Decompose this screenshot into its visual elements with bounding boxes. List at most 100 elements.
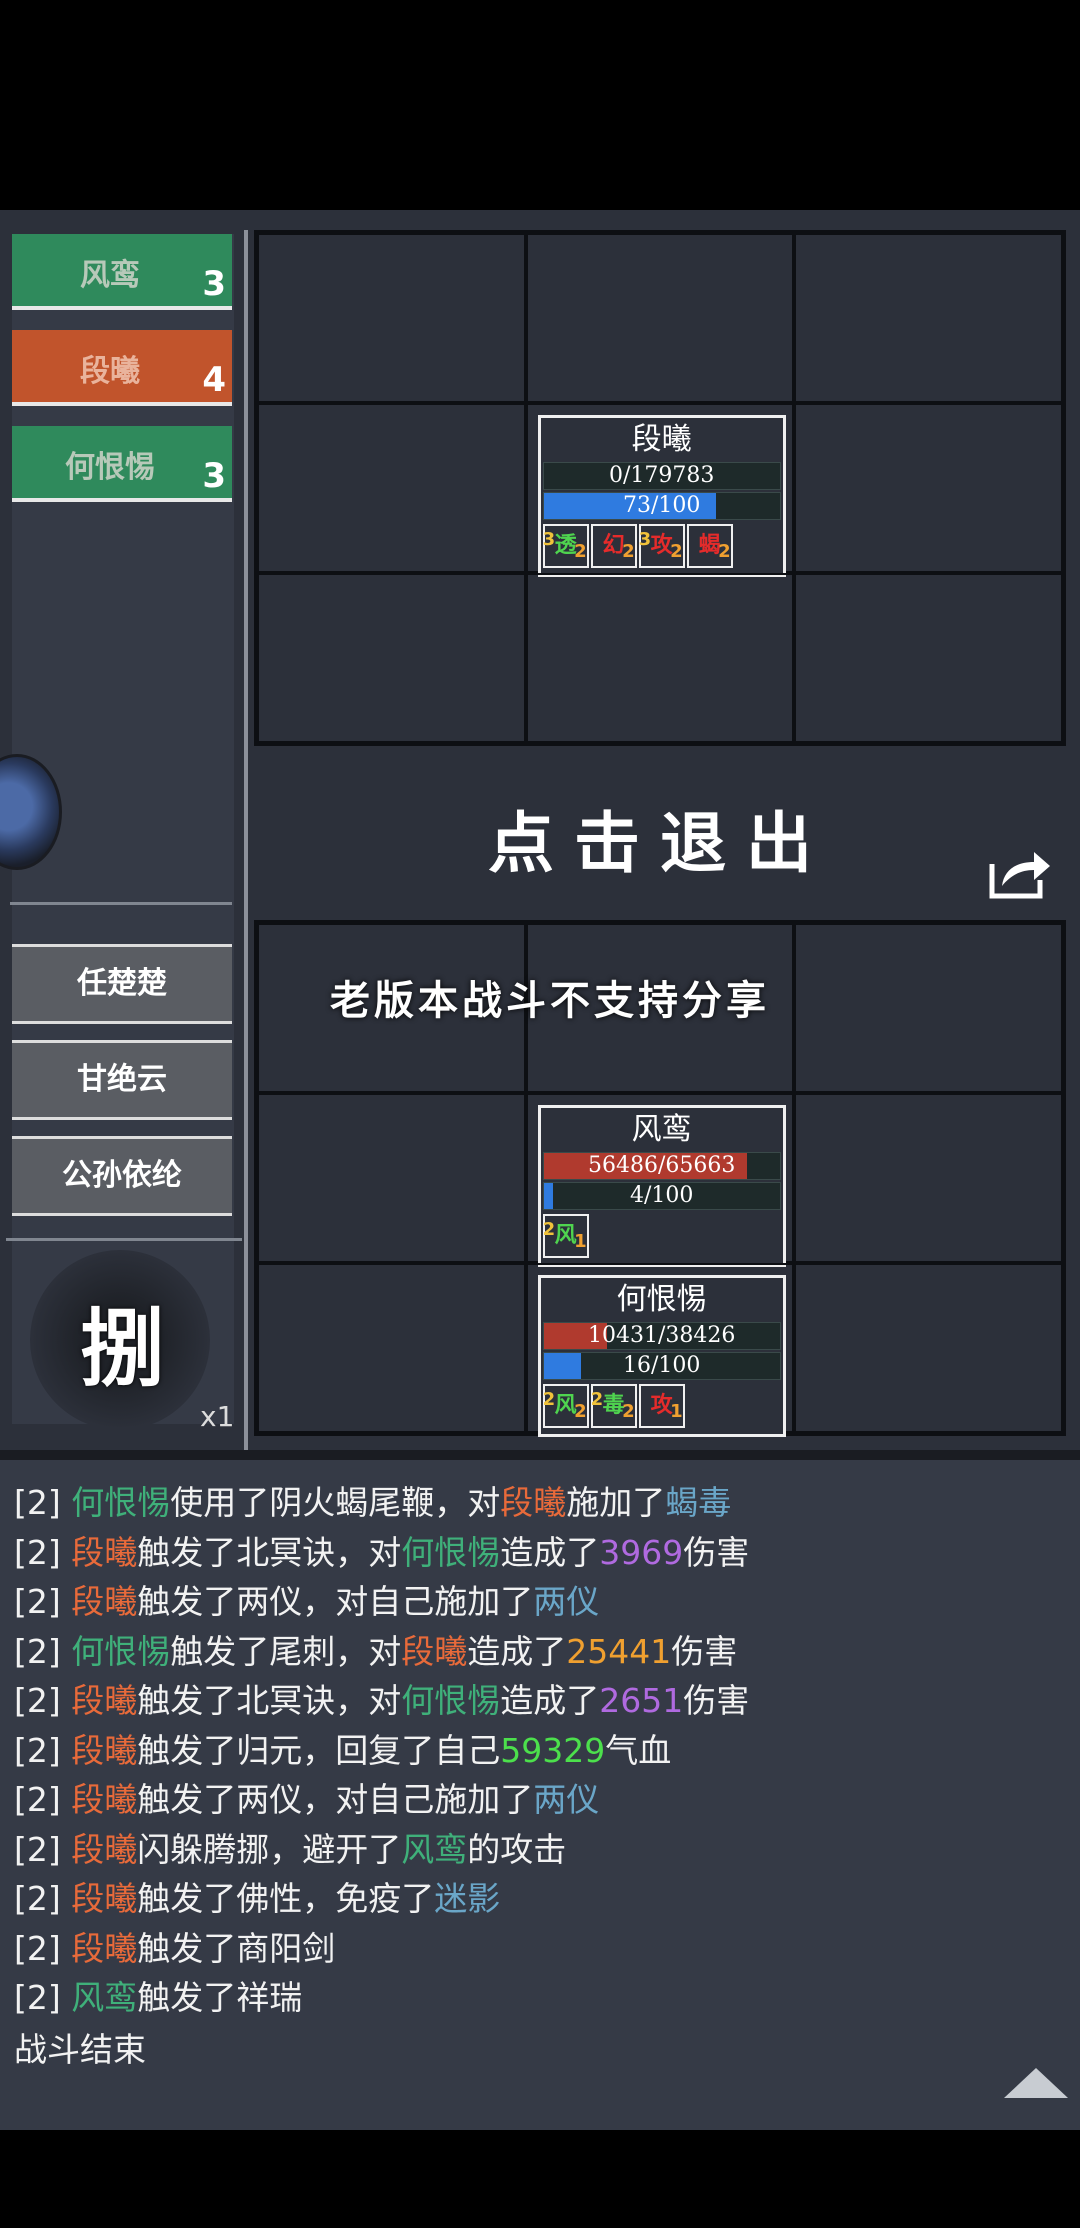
unit-tab-duanxi[interactable]: 段曦 4 [12, 330, 232, 406]
log-segment: 何恨惕 [401, 1532, 501, 1572]
log-segment: 迷影 [434, 1879, 501, 1918]
log-segment: 伤害 [683, 1532, 750, 1572]
ally-unit-card[interactable]: 风鸾 56486/65663 4/100 风21 [537, 1105, 786, 1267]
log-segment: [2] [14, 1780, 72, 1819]
status-stack: 3 [542, 529, 556, 550]
grid-cell[interactable]: 何恨惕 10431/38426 16/100 风22毒22攻1 [525, 1263, 795, 1437]
log-segment: [2] [14, 1532, 72, 1572]
log-line: [2] 段曦闪躲腾挪，避开了风鸾的攻击 [14, 1825, 749, 1875]
unit-card-name: 风鸾 [631, 1112, 692, 1147]
grid-cell[interactable] [794, 573, 1063, 743]
status-effect-icon[interactable]: 攻1 [638, 1384, 685, 1428]
reserve-button-renchuchu[interactable]: 任楚楚 [12, 944, 232, 1024]
status-effect-icon[interactable]: 风22 [542, 1384, 589, 1428]
status-duration: 1 [670, 1401, 683, 1422]
status-row: 风22毒22攻1 [541, 1382, 783, 1434]
status-duration: 1 [574, 1231, 587, 1252]
log-line: [2] 段曦触发了北冥诀，对何恨惕造成了2651伤害 [14, 1676, 749, 1726]
battle-screen: 风鸾 3 段曦 4 何恨惕 3 任楚楚 甘绝云 公孙依纶 捌 x1 段曦 0/1… [0, 210, 1080, 2130]
log-segment: 风鸾 [401, 1829, 468, 1869]
unit-tab-hehenti[interactable]: 何恨惕 3 [12, 426, 232, 502]
log-segment: 段曦 [71, 1681, 138, 1720]
grid-cell[interactable] [257, 403, 526, 573]
hp-bar: 10431/38426 [542, 1322, 781, 1350]
log-segment: 段曦 [71, 1532, 138, 1572]
grid-cell[interactable] [525, 233, 795, 403]
grid-cell[interactable] [794, 233, 1063, 403]
log-segment: 闪躲腾挪，避开了 [137, 1829, 402, 1869]
status-duration: 2 [622, 541, 635, 562]
log-segment: [2] [14, 1483, 72, 1522]
log-segment: 触发了北冥诀，对 [137, 1681, 402, 1720]
log-segment: 两仪 [533, 1780, 600, 1819]
log-segment: [2] [14, 1730, 72, 1770]
grid-cell[interactable] [257, 573, 526, 743]
log-segment: 何恨惕 [71, 1631, 171, 1671]
hp-bar: 0/179783 [542, 462, 781, 490]
log-segment: 段曦 [71, 1780, 138, 1819]
skill-multiplier: x1 [200, 1400, 235, 1433]
log-segment: 59329 [500, 1730, 606, 1770]
mp-text: 73/100 [622, 493, 701, 518]
mp-bar: 16/100 [542, 1352, 781, 1380]
reserve-button-gongsunyilun[interactable]: 公孙依纶 [12, 1136, 232, 1216]
grid-cell[interactable] [794, 923, 1063, 1093]
hp-text: 0/179783 [608, 463, 715, 488]
unit-tab-fengluan[interactable]: 风鸾 3 [12, 234, 232, 310]
ally-unit-card[interactable]: 何恨惕 10431/38426 16/100 风22毒22攻1 [537, 1275, 786, 1437]
log-segment: 段曦 [71, 1582, 138, 1621]
log-segment: 3969 [599, 1532, 684, 1572]
grid-cell[interactable] [525, 573, 795, 743]
log-segment: 触发了两仪，对自己施加了 [137, 1780, 534, 1819]
grid-cell[interactable] [794, 403, 1063, 573]
unit-count: 3 [202, 264, 226, 304]
grid-cell[interactable]: 段曦 0/179783 73/100 透32幻2攻32蝎2 [525, 403, 795, 577]
mp-text: 4/100 [629, 1183, 694, 1208]
unit-card-name: 段曦 [631, 422, 692, 457]
enemy-unit-card[interactable]: 段曦 0/179783 73/100 透32幻2攻32蝎2 [537, 415, 786, 577]
log-segment: 段曦 [500, 1483, 567, 1522]
log-line: [2] 段曦触发了佛性，免疫了迷影 [14, 1874, 749, 1924]
status-effect-icon[interactable]: 透32 [542, 524, 589, 568]
enemy-grid: 段曦 0/179783 73/100 透32幻2攻32蝎2 [254, 230, 1066, 746]
grid-cell[interactable] [794, 1263, 1063, 1433]
status-duration: 2 [718, 541, 731, 562]
log-segment: 蝎毒 [665, 1483, 732, 1522]
skill-glyph: 捌 [80, 1299, 165, 1398]
status-effect-icon[interactable]: 攻32 [638, 524, 685, 568]
status-effect-icon[interactable]: 幻2 [590, 524, 637, 568]
status-row: 透32幻2攻32蝎2 [541, 522, 783, 574]
grid-cell[interactable] [257, 233, 526, 403]
log-segment: 触发了归元，回复了自己 [137, 1730, 501, 1770]
battle-log[interactable]: [2] 何恨惕使用了阴火蝎尾鞭，对段曦施加了蝎毒 [2] 段曦触发了北冥诀，对何恨… [0, 1460, 1080, 2130]
log-line: [2] 何恨惕使用了阴火蝎尾鞭，对段曦施加了蝎毒 [14, 1478, 749, 1528]
reserve-button-ganjueyun[interactable]: 甘绝云 [12, 1040, 232, 1120]
status-duration: 2 [622, 1401, 635, 1422]
grid-cell[interactable] [257, 1263, 526, 1433]
grid-cell[interactable] [794, 1093, 1063, 1263]
log-end-text: 战斗结束 [14, 2029, 146, 2069]
share-icon[interactable] [988, 846, 1052, 900]
mp-bar-fill [543, 1353, 582, 1379]
log-segment: 触发了尾刺，对 [170, 1631, 402, 1671]
status-effect-icon[interactable]: 蝎2 [686, 524, 733, 568]
grid-cell[interactable]: 风鸾 56486/65663 4/100 风21 [525, 1093, 795, 1267]
status-effect-icon[interactable]: 风21 [542, 1214, 589, 1258]
exit-prompt[interactable]: 点击退出 [254, 790, 1066, 886]
scroll-up-arrow-icon[interactable] [1004, 2068, 1068, 2098]
log-lines: [2] 何恨惕使用了阴火蝎尾鞭，对段曦施加了蝎毒 [2] 段曦触发了北冥诀，对何恨… [14, 1478, 749, 2071]
mp-bar: 73/100 [542, 492, 781, 520]
log-line: [2] 风鸾触发了祥瑞 [14, 1973, 749, 2023]
log-segment: 施加了 [566, 1483, 666, 1522]
log-segment: 伤害 [671, 1631, 738, 1671]
log-segment: 触发了祥瑞 [137, 1978, 303, 2017]
log-segment: 伤害 [683, 1681, 750, 1720]
log-segment: 何恨惕 [401, 1681, 501, 1720]
log-segment: 触发了佛性，免疫了 [137, 1879, 435, 1918]
log-segment: 段曦 [401, 1631, 468, 1671]
log-segment: 段曦 [71, 1879, 138, 1918]
hp-bar: 56486/65663 [542, 1152, 781, 1180]
status-effect-icon[interactable]: 毒22 [590, 1384, 637, 1428]
log-divider [0, 1450, 1080, 1460]
grid-cell[interactable] [257, 1093, 526, 1263]
